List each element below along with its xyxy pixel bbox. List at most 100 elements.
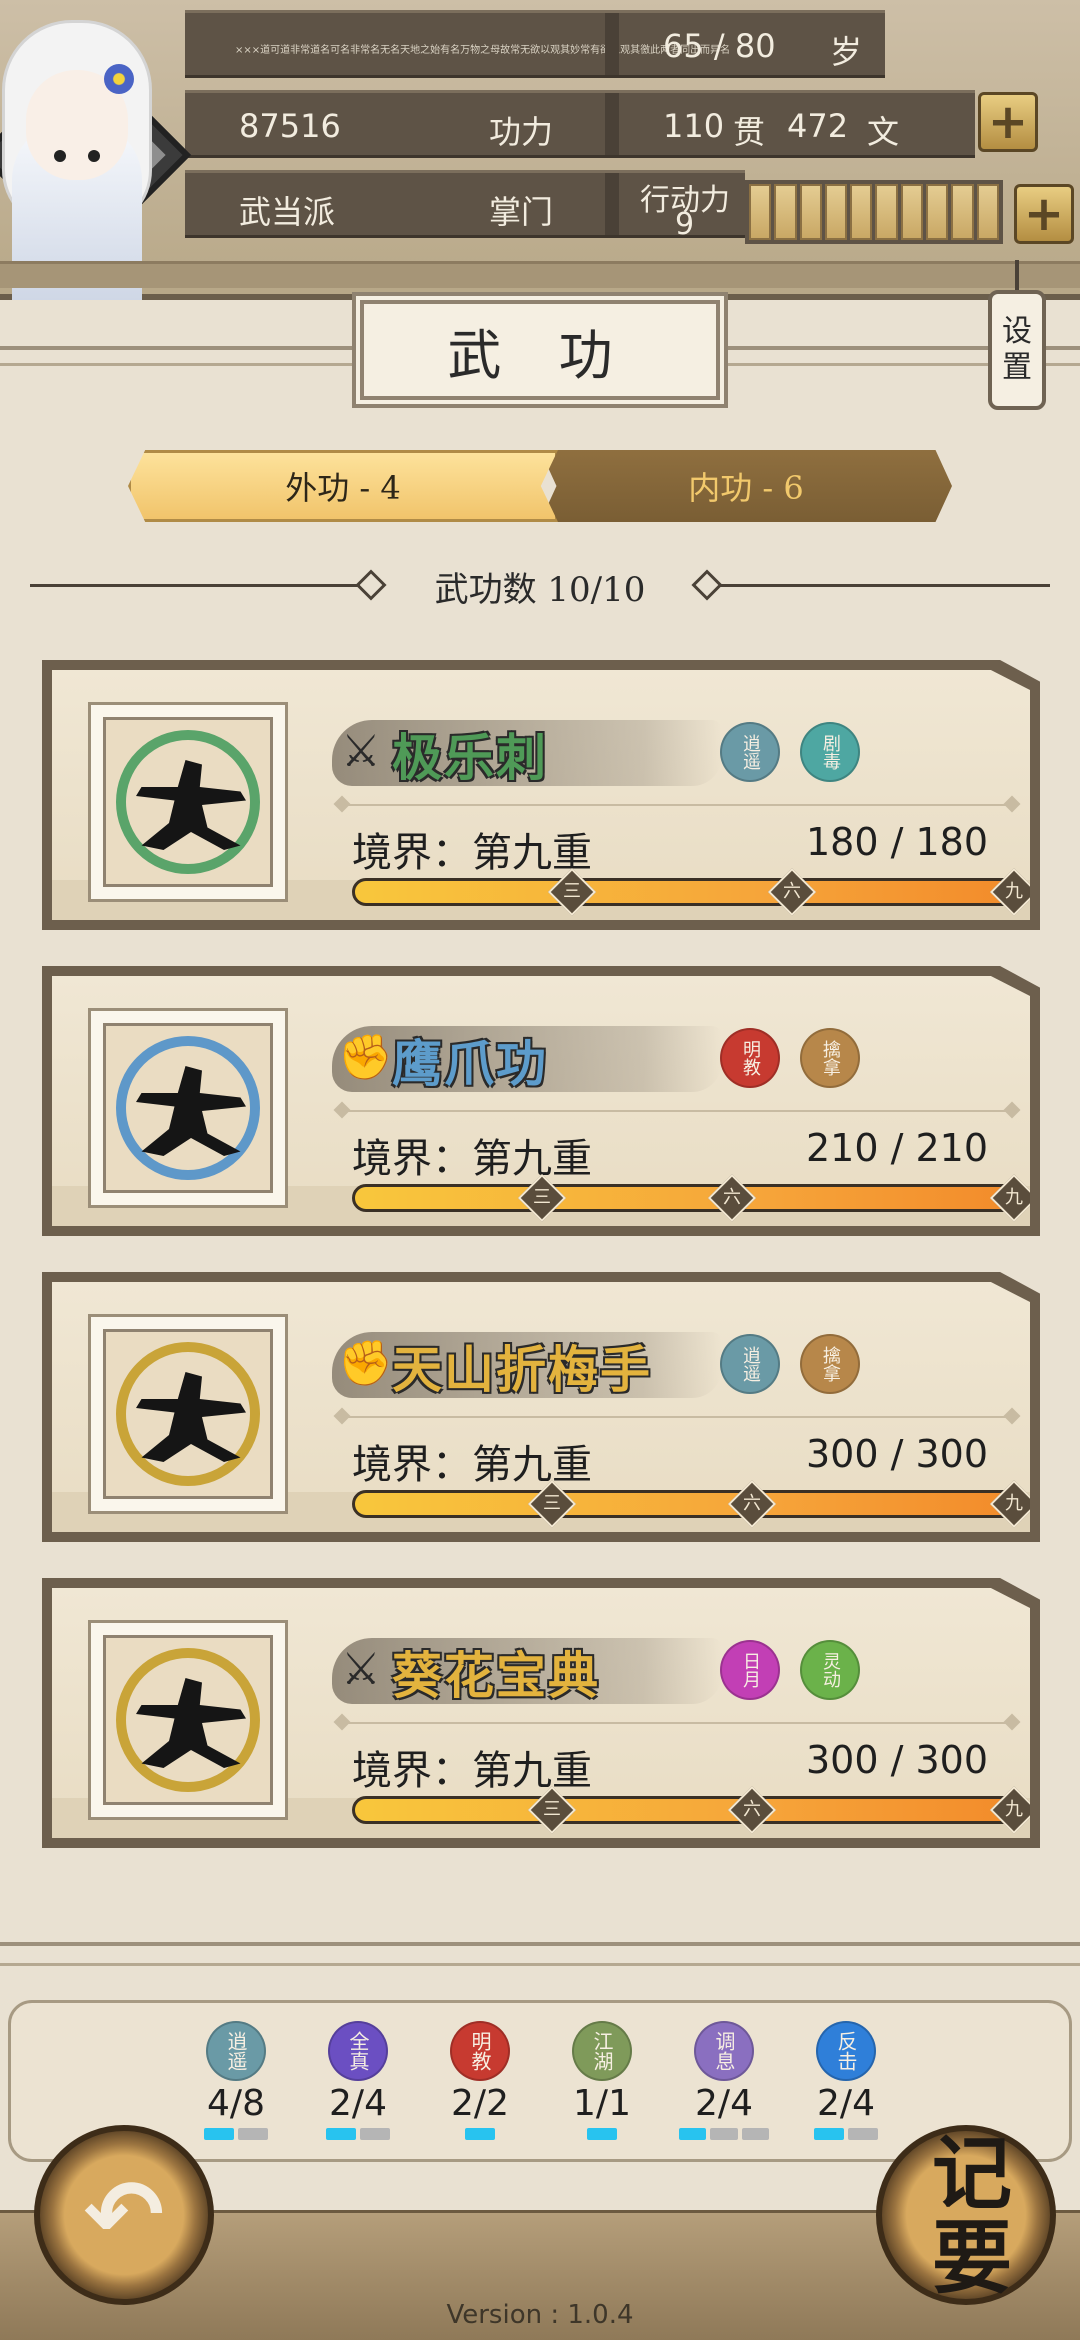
skill-progress-bar: 三 六 九: [352, 1173, 1030, 1223]
settings-label-2: 置: [1002, 350, 1032, 385]
school-summary-item[interactable]: 调息 2/4: [679, 2021, 769, 2140]
skill-card[interactable]: ⚔ 极乐刺 逍遥 剧毒 境界：第九重 180 / 180 三 六 九: [42, 660, 1040, 930]
school-badge: 逍遥: [720, 1334, 780, 1394]
stamina-value: 9: [675, 207, 695, 242]
school-pip: [710, 2128, 738, 2140]
fist-icon: ✊: [338, 1032, 393, 1083]
sword-icon: ⚔: [341, 1644, 381, 1695]
skill-card[interactable]: ✊ 鹰爪功 明教 擒拿 境界：第九重 210 / 210 三 六 九: [42, 966, 1040, 1236]
character-bio: ×××道可道非常道名可名非常名无名天地之始有名万物之母故常无欲以观其妙常有欲以观…: [235, 45, 731, 56]
school-icon: 逍遥: [206, 2021, 266, 2081]
skill-realm: 境界：第九重: [352, 1442, 592, 1488]
skill-progress-text: 180 / 180: [805, 820, 988, 864]
back-arrow-icon: ↶: [83, 2159, 165, 2271]
skill-card[interactable]: ⚔ 葵花宝典 日月 灵动 境界：第九重 300 / 300 三 六 九: [42, 1578, 1040, 1848]
school-badge: 明教: [720, 1028, 780, 1088]
tab-inner-label: 内功 - 6: [688, 469, 804, 507]
avatar[interactable]: [0, 0, 192, 300]
skill-progress-fill: [355, 1799, 1029, 1821]
power-label: 功力: [489, 113, 554, 151]
school-count: 2/4: [817, 2083, 875, 2124]
school-icon: 调息: [694, 2021, 754, 2081]
school-count: 2/4: [329, 2083, 387, 2124]
school-icon: 全真: [328, 2021, 388, 2081]
add-stamina-button[interactable]: +: [1014, 184, 1074, 244]
stamina-segment: [875, 184, 898, 240]
skill-progress-text: 210 / 210: [805, 1126, 988, 1170]
school-pip: [238, 2128, 268, 2140]
school-pip: [587, 2128, 617, 2140]
skill-portrait: [88, 1620, 288, 1820]
skill-realm: 境界：第九重: [352, 1136, 592, 1182]
money-wen-unit: 文: [867, 113, 900, 151]
school-summary-item[interactable]: 明教 2/2: [435, 2021, 525, 2140]
bottom-divider: [0, 1942, 1080, 1966]
school-pip: [741, 2128, 769, 2140]
money-guan-value: 110: [663, 107, 725, 145]
skill-realm: 境界：第九重: [352, 1748, 592, 1794]
school-summary-item[interactable]: 全真 2/4: [313, 2021, 403, 2140]
plus-icon: +: [1023, 186, 1065, 242]
school-pip: [848, 2128, 878, 2140]
trait-badge: 灵动: [800, 1640, 860, 1700]
school-summary-item[interactable]: 逍遥 4/8: [191, 2021, 281, 2140]
stamina-segment: [850, 184, 873, 240]
skill-realm: 境界：第九重: [352, 830, 592, 876]
skill-portrait: [88, 702, 288, 902]
tab-outer-skills[interactable]: 外功 - 4: [128, 450, 558, 522]
age-unit: 岁: [830, 33, 863, 71]
sect-rank: 掌门: [489, 193, 554, 231]
sect-row: 武当派 掌门 行动力 9: [185, 170, 745, 242]
school-icon: 明教: [450, 2021, 510, 2081]
power-value: 87516: [239, 107, 341, 145]
notes-button[interactable]: 记要: [876, 2125, 1056, 2305]
stamina-segment: [951, 184, 974, 240]
milestone-marker: 六: [727, 1785, 777, 1835]
settings-button[interactable]: 设 置: [988, 290, 1046, 410]
status-bar: ×××道可道非常道名可名非常名无名天地之始有名万物之母故常无欲以观其妙常有欲以观…: [0, 0, 1080, 300]
school-pip: [814, 2128, 844, 2140]
back-button[interactable]: ↶: [34, 2125, 214, 2305]
sword-icon: ⚔: [341, 726, 381, 777]
skill-count: 武功数 10/10: [434, 570, 646, 610]
notes-label: 记要: [919, 2131, 1013, 2299]
stamina-segment: [926, 184, 949, 240]
school-pip: [326, 2128, 356, 2140]
skill-progress-fill: [355, 1187, 1029, 1209]
bio-age-row: ×××道可道非常道名可名非常名无名天地之始有名万物之母故常无欲以观其妙常有欲以观…: [185, 10, 885, 78]
school-pip: [465, 2128, 495, 2140]
milestone-marker: 六: [707, 1173, 757, 1223]
skill-progress-bar: 三 六 九: [352, 867, 1030, 917]
milestone-marker: 九: [989, 1479, 1030, 1529]
trait-badge: 擒拿: [800, 1334, 860, 1394]
tab-inner-skills[interactable]: 内功 - 6: [540, 450, 952, 522]
flower-icon: [104, 64, 134, 94]
tab-outer-label: 外功 - 4: [285, 469, 401, 507]
skill-portrait: [88, 1314, 288, 1514]
plus-icon: +: [987, 94, 1029, 150]
skill-portrait: [88, 1008, 288, 1208]
skill-progress-fill: [355, 881, 1029, 903]
skill-card[interactable]: ✊ 天山折梅手 逍遥 擒拿 境界：第九重 300 / 300 三 六 九: [42, 1272, 1040, 1542]
school-pip: [360, 2128, 390, 2140]
money-guan-unit: 贯: [733, 113, 766, 151]
school-summary-item[interactable]: 江湖 1/1: [557, 2021, 647, 2140]
skill-progress-bar: 三 六 九: [352, 1785, 1030, 1835]
age-value: 65 / 80: [663, 27, 776, 65]
stamina-segment: [976, 184, 999, 240]
stamina-segment: [774, 184, 797, 240]
stamina-segment: [900, 184, 924, 240]
milestone-marker: 六: [727, 1479, 777, 1529]
school-summary-item[interactable]: 反击 2/4: [801, 2021, 891, 2140]
school-count: 2/2: [451, 2083, 509, 2124]
fist-icon: ✊: [338, 1338, 393, 1389]
milestone-marker: 六: [767, 867, 817, 917]
add-money-button[interactable]: +: [978, 92, 1038, 152]
money-wen-value: 472: [787, 107, 849, 145]
version-label: Version : 1.0.4: [446, 2300, 634, 2330]
school-icon: 反击: [816, 2021, 876, 2081]
school-pip: [679, 2128, 707, 2140]
trait-badge: 剧毒: [800, 722, 860, 782]
school-badge: 日月: [720, 1640, 780, 1700]
school-pip: [204, 2128, 234, 2140]
